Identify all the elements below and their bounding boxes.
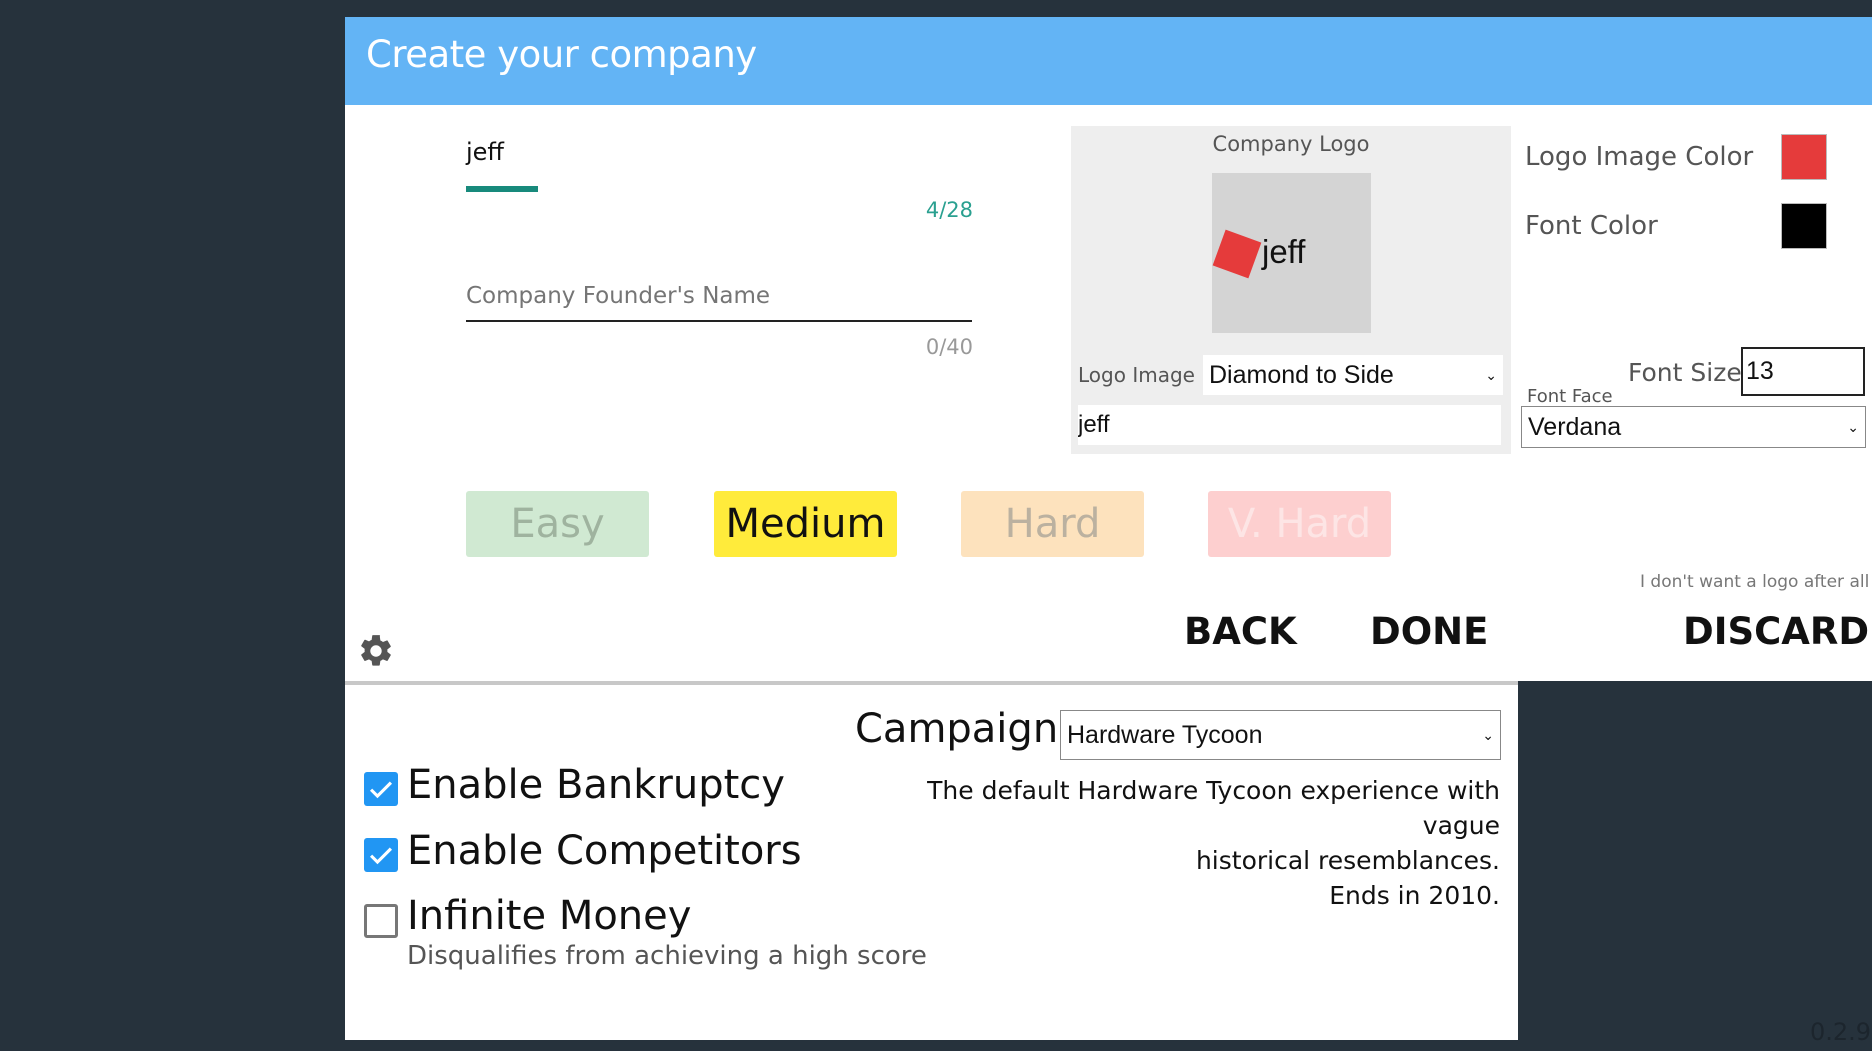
font-size-label: Font Size	[1628, 358, 1742, 387]
campaign-label: Campaign:	[855, 706, 1072, 752]
founder-name-counter: 0/40	[925, 335, 973, 359]
founder-name-input[interactable]	[466, 272, 972, 322]
font-size-input[interactable]	[1741, 347, 1865, 396]
logo-title: Company Logo	[1212, 132, 1370, 156]
difficulty-medium-button[interactable]: Medium	[714, 491, 897, 557]
logo-image-select[interactable]: Diamond to Side ⌄	[1203, 355, 1503, 395]
back-button[interactable]: BACK	[1184, 610, 1297, 653]
campaign-description-line: historical resemblances.	[1195, 846, 1500, 875]
infinite-money-checkbox[interactable]	[364, 904, 398, 938]
company-name-input[interactable]: jeff	[466, 138, 504, 166]
font-face-select[interactable]: Verdana ⌄	[1521, 406, 1866, 448]
infinite-money-note: Disqualifies from achieving a high score	[407, 941, 927, 971]
campaign-selected: Hardware Tycoon	[1067, 720, 1263, 749]
enable-competitors-checkbox[interactable]	[364, 838, 398, 872]
difficulty-hard-button[interactable]: Hard	[961, 491, 1144, 557]
campaign-description-line: The default Hardware Tycoon experience w…	[927, 776, 1500, 840]
company-name-underline	[466, 186, 538, 192]
logo-image-color-label: Logo Image Color	[1525, 142, 1754, 172]
logo-image-selected: Diamond to Side	[1209, 360, 1394, 389]
logo-preview-text: jeff	[1262, 233, 1306, 270]
chevron-down-icon: ⌄	[1485, 366, 1497, 383]
enable-competitors-label: Enable Competitors	[407, 828, 802, 874]
difficulty-very-hard-button[interactable]: V. Hard	[1208, 491, 1391, 557]
chevron-down-icon: ⌄	[1847, 418, 1859, 435]
dialog-title: Create your company	[366, 33, 757, 76]
logo-image-label: Logo Image	[1078, 363, 1195, 387]
font-color-picker[interactable]	[1781, 203, 1827, 249]
logo-image-color-picker[interactable]	[1781, 134, 1827, 180]
difficulty-easy-button[interactable]: Easy	[466, 491, 649, 557]
enable-bankruptcy-label: Enable Bankruptcy	[407, 762, 785, 808]
done-button[interactable]: DONE	[1370, 610, 1488, 653]
logo-text-input[interactable]	[1078, 405, 1501, 445]
chevron-down-icon: ⌄	[1482, 726, 1494, 743]
campaign-select[interactable]: Hardware Tycoon ⌄	[1060, 710, 1501, 760]
campaign-description: The default Hardware Tycoon experience w…	[860, 773, 1500, 913]
font-color-label: Font Color	[1525, 211, 1658, 241]
no-logo-link[interactable]: I don't want a logo after all	[1640, 572, 1869, 592]
gear-icon[interactable]	[357, 632, 395, 670]
enable-bankruptcy-checkbox[interactable]	[364, 772, 398, 806]
infinite-money-label: Infinite Money	[407, 893, 692, 939]
discard-button[interactable]: DISCARD	[1683, 610, 1869, 653]
campaign-description-line: Ends in 2010.	[1329, 881, 1500, 910]
checkmark-icon	[369, 847, 393, 865]
company-name-counter: 4/28	[925, 198, 973, 222]
version-label: 0.2.9	[1810, 1018, 1872, 1046]
font-face-label: Font Face	[1527, 386, 1613, 407]
font-face-selected: Verdana	[1528, 412, 1622, 441]
checkmark-icon	[369, 781, 393, 799]
